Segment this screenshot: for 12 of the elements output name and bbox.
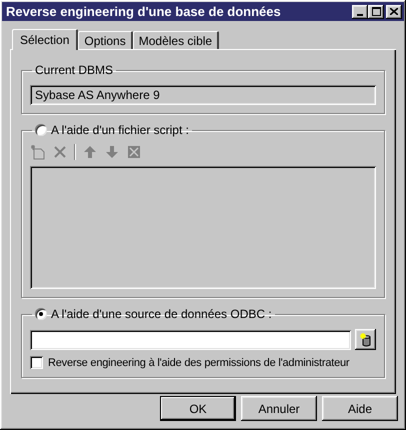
tab[interactable]: Options <box>78 31 133 49</box>
dialog-button[interactable]: Annuler <box>241 396 317 421</box>
radio-label[interactable]: A l'aide d'une source de données ODBC : <box>51 307 272 321</box>
dialog-button[interactable]: Aide <box>322 396 398 421</box>
radio-label[interactable]: A l'aide d'un fichier script : <box>51 123 189 137</box>
group-label: Current DBMS <box>35 63 114 77</box>
tab[interactable]: Modèles cible <box>132 31 220 49</box>
checkbox-label[interactable]: Reverse engineering à l'aide des permissions de l'administrateur <box>48 356 350 368</box>
dbms-field: Sybase AS Anywhere 9 <box>30 85 376 105</box>
tab[interactable]: Sélection <box>12 29 78 50</box>
window-title: Reverse engineering d'une base de données <box>6 4 282 19</box>
ok-button[interactable]: OK <box>160 396 236 421</box>
